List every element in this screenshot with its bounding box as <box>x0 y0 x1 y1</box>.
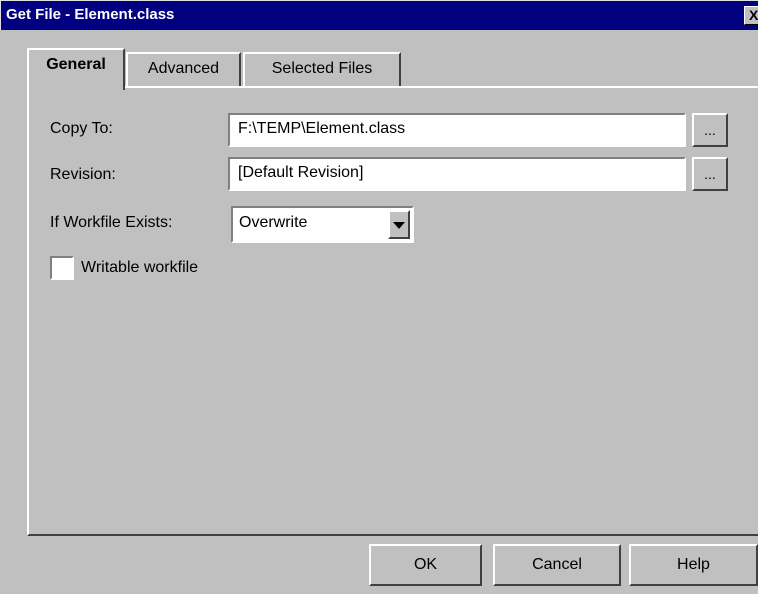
tab-selected-files[interactable]: Selected Files <box>243 52 401 87</box>
cancel-button[interactable]: Cancel <box>493 544 621 586</box>
tab-general-label: General <box>46 56 106 73</box>
revision-field[interactable]: [Default Revision] <box>228 157 686 191</box>
writable-workfile-label: Writable workfile <box>81 259 199 276</box>
general-tab-panel <box>27 86 758 536</box>
window-title: Get File - Element.class <box>6 6 175 23</box>
revision-browse-button[interactable]: ... <box>692 157 728 191</box>
workfile-exists-value: Overwrite <box>239 214 308 231</box>
revision-label: Revision: <box>50 166 116 183</box>
copy-to-label: Copy To: <box>50 120 113 137</box>
writable-workfile-checkbox[interactable] <box>50 256 74 280</box>
copy-to-field[interactable]: F:\TEMP\Element.class <box>228 113 686 147</box>
close-icon: X <box>749 7 758 23</box>
tab-advanced-label: Advanced <box>147 60 220 77</box>
close-button[interactable]: X <box>744 6 758 25</box>
help-button[interactable]: Help <box>629 544 758 586</box>
workfile-exists-label: If Workfile Exists: <box>50 214 173 231</box>
title-bar[interactable]: Get File - Element.class X <box>0 0 758 30</box>
copy-to-browse-button[interactable]: ... <box>692 113 728 147</box>
tab-advanced[interactable]: Advanced <box>126 52 241 87</box>
tab-general[interactable]: General <box>27 48 125 90</box>
dropdown-button[interactable] <box>388 210 410 239</box>
tab-selected-files-label: Selected Files <box>271 60 373 77</box>
ok-button[interactable]: OK <box>369 544 482 586</box>
chevron-down-icon <box>393 222 405 229</box>
workfile-exists-select[interactable]: Overwrite <box>231 206 414 243</box>
